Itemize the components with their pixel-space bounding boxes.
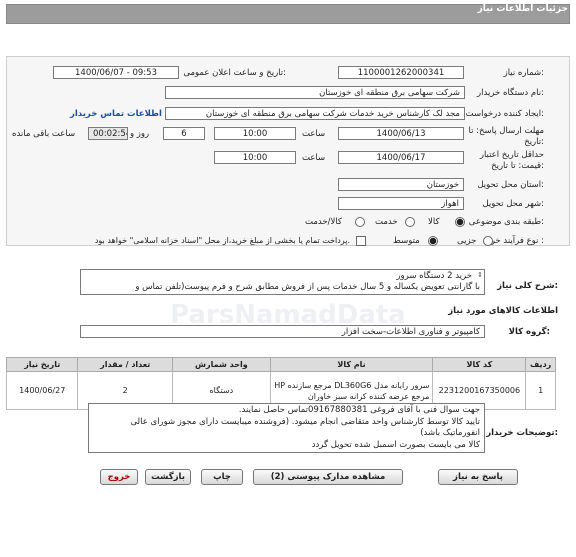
buyer-notes-line-1: جهت سوال فنی با آقای فروغی 09167880381تم…	[238, 405, 480, 415]
col-header-code: کد کالا	[432, 357, 527, 372]
deadline-label: مهلت ارسال پاسخ: تا	[468, 126, 544, 136]
buyer-notes-line-4: کالا می بایست بصورت اسمبل شده تحویل گردد	[311, 439, 480, 450]
cell-date: 1400/06/27	[5, 371, 79, 410]
category-radio-goods-service[interactable]	[355, 217, 365, 227]
view-attachments-button[interactable]: مشاهده مدارک پیوستی (2)	[253, 469, 403, 485]
buyer-notes-line-3: انفورماتیک باشد)	[420, 428, 480, 438]
buyer-label: نام دستگاه خریدار:	[477, 88, 544, 98]
summary-textarea[interactable]: خرید 2 دستگاه سرور با گارانتی تعویض یکسا…	[80, 269, 485, 295]
deadline-time-label: ساعت	[302, 129, 326, 139]
reply-button[interactable]: پاسخ به نیاز	[438, 469, 518, 485]
buyer-notes-line-2: تایید کالا توسط کارشناس واحد متقاضی انجا…	[130, 416, 480, 427]
city-field: اهواز	[338, 197, 464, 210]
validity-label: حداقل تاریخ اعتبار	[479, 150, 544, 160]
process-radio-partial[interactable]	[483, 236, 493, 246]
scroll-arrows-icon[interactable]: ⇕	[477, 271, 483, 279]
process-option-medium: متوسط	[393, 236, 420, 246]
col-header-index: ردیف	[525, 357, 556, 372]
goods-group-label: گروه کالا:	[508, 327, 550, 337]
print-button[interactable]: چاپ	[201, 469, 243, 485]
buyer-notes-box: جهت سوال فنی با آقای فروغی 09167880381تم…	[88, 403, 485, 453]
category-option-goods: کالا	[428, 217, 440, 227]
deadline-time-field: 10:00	[214, 127, 296, 140]
need-number-label: شماره نیاز:	[503, 68, 544, 78]
category-option-goods-service: کالا/خدمت	[305, 217, 342, 227]
deadline-date-field: 1400/06/13	[338, 127, 464, 140]
treasury-payment-checkbox[interactable]	[356, 236, 366, 246]
city-label: شهر محل تحویل:	[482, 199, 544, 209]
validity-date-field: 1400/06/17	[338, 151, 464, 164]
summary-line-1: خرید 2 دستگاه سرور	[396, 271, 472, 281]
deadline-date-label: تاریخ:	[524, 137, 544, 147]
province-label: استان محل تحویل:	[477, 180, 544, 190]
creator-field: مجد لک کارشناس خرید خدمات شرکت سهامی برق…	[165, 107, 465, 120]
announce-date-field: 1400/06/07 - 09:53	[53, 66, 179, 79]
goods-section-title: اطلاعات کالاهای مورد نیاز	[448, 306, 558, 316]
days-field: 6	[163, 127, 205, 140]
col-header-name: نام کالا	[269, 357, 434, 372]
col-header-date: تاریخ نیاز	[5, 357, 79, 372]
days-label: روز و	[130, 129, 150, 139]
creator-label: ایجاد کننده درخواست:	[465, 109, 544, 119]
process-option-partial: جزیی	[457, 236, 477, 246]
goods-group-field: کامپیوتر و فناوری اطلاعات-سخت افزار	[80, 325, 485, 338]
category-radio-service[interactable]	[405, 217, 415, 227]
summary-label: شرح کلی نیاز:	[497, 281, 558, 291]
category-radio-goods[interactable]	[455, 217, 465, 227]
process-radio-medium[interactable]	[428, 236, 438, 246]
col-header-unit: واحد شمارش	[171, 357, 271, 372]
need-number-field: 1100001262000341	[338, 66, 464, 79]
table-header-row: ردیف کد کالا نام کالا واحد شمارش تعداد /…	[5, 357, 556, 372]
validity-time-label: ساعت	[302, 153, 326, 163]
announce-date-label: تاریخ و ساعت اعلان عمومی:	[183, 68, 286, 78]
buyer-field: شرکت سهامی برق منطقه ای خوزستان	[165, 86, 465, 99]
page-title: جزئیات اطلاعات نیاز	[477, 4, 568, 14]
buyer-notes-label: توضیحات خریدار:	[486, 428, 558, 438]
validity-time-field: 10:00	[214, 151, 296, 164]
exit-button[interactable]: خروج	[100, 469, 138, 485]
category-label: طبقه بندی موضوعی:	[468, 217, 544, 227]
summary-line-2: با گارانتی تعویض یکساله و 5 سال خدمات پس…	[135, 282, 480, 292]
back-button[interactable]: بازگشت	[145, 469, 191, 485]
col-header-qty: تعداد / مقدار	[77, 357, 173, 372]
cell-index: 1	[525, 371, 556, 410]
remaining-time-label: ساعت باقی مانده	[12, 129, 76, 139]
province-field: خوزستان	[338, 178, 464, 191]
remaining-time-field: 00:02:54	[88, 127, 128, 140]
treasury-payment-text: پرداخت تمام یا بخشی از مبلغ خرید،از محل …	[94, 236, 350, 245]
buyer-contact-link[interactable]: اطلاعات تماس خریدار	[70, 109, 162, 119]
category-option-service: خدمت	[375, 217, 398, 227]
validity-date-label: قیمت: تا تاریخ:	[491, 161, 544, 171]
